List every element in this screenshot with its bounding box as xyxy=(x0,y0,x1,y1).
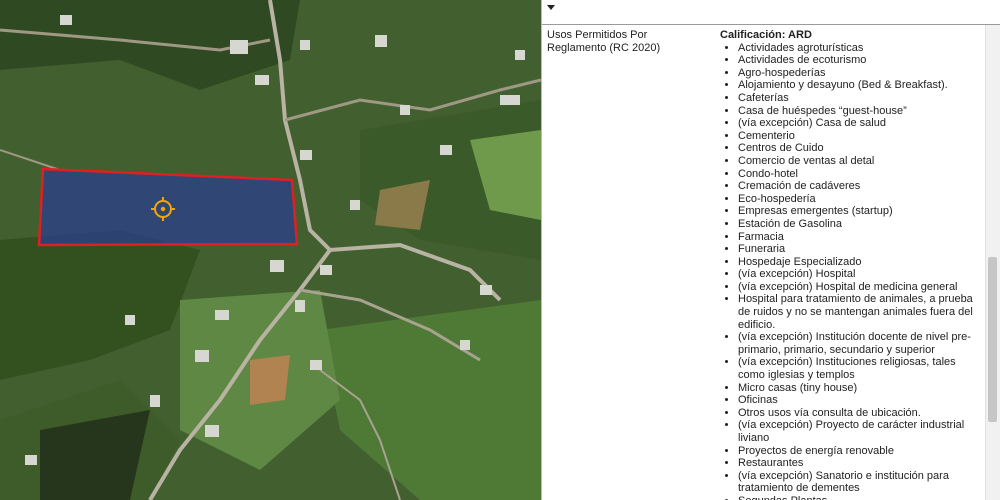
list-item: (vía excepción) Instituciones religiosas… xyxy=(738,356,981,381)
calificacion-heading: Calificación: ARD xyxy=(720,29,812,41)
list-item: (vía excepción) Hospital de medicina gen… xyxy=(738,281,981,294)
list-item: Segundas Plantas xyxy=(738,495,981,500)
list-item: Condo-hotel xyxy=(738,168,981,181)
panel-body: Usos Permitidos Por Reglamento (RC 2020)… xyxy=(542,25,1000,500)
field-value: Calificación: ARD Actividades agroturíst… xyxy=(719,29,981,500)
list-item: Eco-hospedería xyxy=(738,193,981,206)
list-item: (vía excepción) Institución docente de n… xyxy=(738,331,981,356)
list-item: Estación de Gasolina xyxy=(738,218,981,231)
list-item: Casa de huéspedes “guest-house” xyxy=(738,105,981,118)
list-item: Alojamiento y desayuno (Bed & Breakfast)… xyxy=(738,79,981,92)
list-item: Empresas emergentes (startup) xyxy=(738,205,981,218)
list-item: Oficinas xyxy=(738,394,981,407)
field-label: Usos Permitidos Por Reglamento (RC 2020) xyxy=(547,29,661,54)
list-item: Micro casas (tiny house) xyxy=(738,382,981,395)
list-item: Otros usos vía consulta de ubicación. xyxy=(738,407,981,420)
list-item: Cremación de cadáveres xyxy=(738,180,981,193)
list-item: Agro-hospederías xyxy=(738,67,981,80)
list-item: (vía excepción) Hospital xyxy=(738,268,981,281)
list-item: (vía excepción) Proyecto de carácter ind… xyxy=(738,419,981,444)
list-item: Funeraria xyxy=(738,243,981,256)
parcel-polygon xyxy=(37,167,299,247)
permitted-uses-list: Actividades agroturísticasActividades de… xyxy=(719,42,981,500)
list-item: Comercio de ventas al detal xyxy=(738,155,981,168)
collapse-caret-icon[interactable] xyxy=(547,5,555,10)
list-item: (vía excepción) Sanatorio e institución … xyxy=(738,470,981,495)
info-panel: Usos Permitidos Por Reglamento (RC 2020)… xyxy=(541,0,1000,500)
list-item: Hospedaje Especializado xyxy=(738,256,981,269)
list-item: Hospital para tratamiento de animales, a… xyxy=(738,293,981,331)
scrollbar[interactable] xyxy=(985,25,1000,500)
list-item: Actividades agroturísticas xyxy=(738,42,981,55)
list-item: Cementerio xyxy=(738,130,981,143)
scrollbar-thumb[interactable] xyxy=(988,257,997,422)
list-item: Proyectos de energía renovable xyxy=(738,445,981,458)
list-item: Actividades de ecoturismo xyxy=(738,54,981,67)
satellite-map[interactable] xyxy=(0,0,541,500)
list-item: Cafeterías xyxy=(738,92,981,105)
panel-header xyxy=(542,0,1000,25)
list-item: Farmacia xyxy=(738,231,981,244)
list-item: (vía excepción) Casa de salud xyxy=(738,117,981,130)
list-item: Centros de Cuido xyxy=(738,142,981,155)
list-item: Restaurantes xyxy=(738,457,981,470)
